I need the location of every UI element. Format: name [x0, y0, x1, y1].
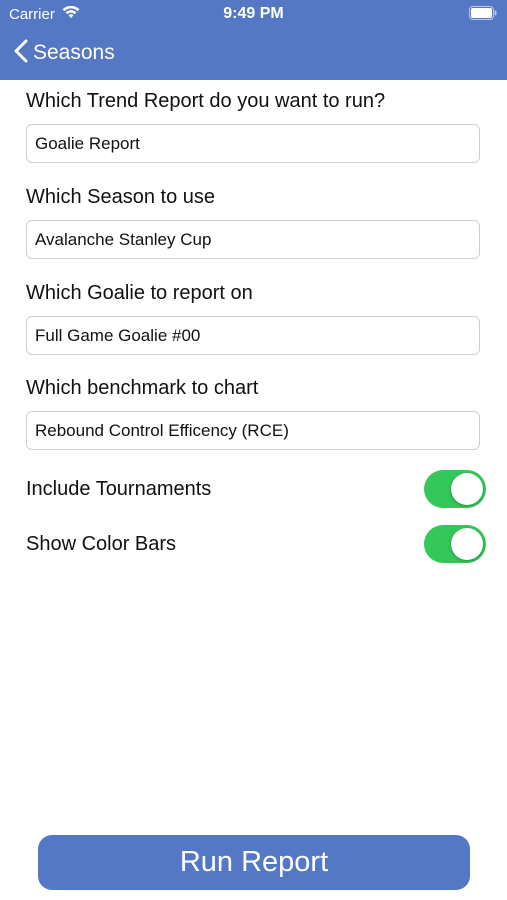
include-tournaments-label: Include Tournaments: [26, 478, 212, 500]
goalie-field-value: Full Game Goalie #00: [35, 325, 201, 345]
navigation-header: Carrier 9:49 PM Seasons: [0, 0, 507, 80]
include-tournaments-toggle[interactable]: [424, 470, 486, 508]
benchmark-question-label: Which benchmark to chart: [26, 377, 259, 399]
report-field-value: Goalie Report: [35, 133, 140, 153]
run-report-button[interactable]: Run Report: [38, 835, 470, 890]
goalie-field[interactable]: Full Game Goalie #00: [26, 316, 480, 355]
season-field[interactable]: Avalanche Stanley Cup: [26, 220, 480, 259]
season-question-label: Which Season to use: [26, 186, 215, 208]
status-time: 9:49 PM: [223, 5, 284, 22]
chevron-left-icon: [14, 39, 28, 68]
back-button[interactable]: Seasons: [14, 36, 115, 70]
show-color-bars-label: Show Color Bars: [26, 533, 177, 555]
toggle-knob: [451, 473, 483, 505]
benchmark-field[interactable]: Rebound Control Efficency (RCE): [26, 411, 480, 450]
goalie-question-label: Which Goalie to report on: [26, 282, 253, 304]
season-field-value: Avalanche Stanley Cup: [35, 229, 212, 249]
report-question-label: Which Trend Report do you want to run?: [26, 90, 386, 112]
report-field[interactable]: Goalie Report: [26, 124, 480, 163]
include-tournaments-row: Include Tournaments: [26, 470, 486, 510]
battery-icon: [469, 6, 497, 24]
back-button-label: Seasons: [33, 41, 115, 64]
show-color-bars-toggle[interactable]: [424, 525, 486, 563]
status-bar: Carrier 9:49 PM: [0, 0, 507, 30]
show-color-bars-row: Show Color Bars: [26, 525, 486, 565]
toggle-knob: [451, 528, 483, 560]
benchmark-field-value: Rebound Control Efficency (RCE): [35, 420, 289, 440]
